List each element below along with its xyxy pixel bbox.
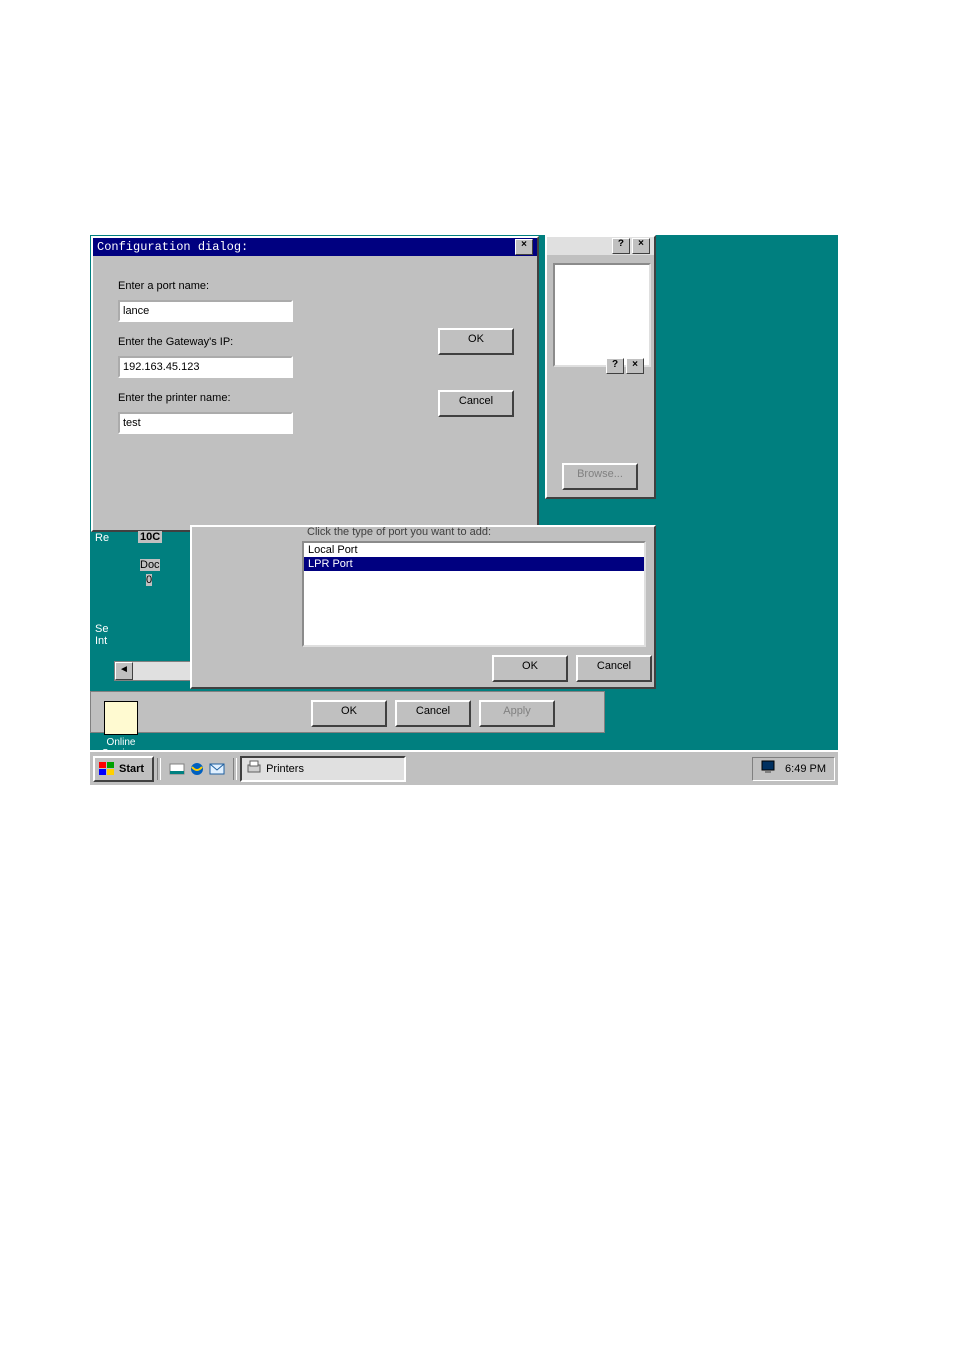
ok-button[interactable]: OK	[438, 328, 514, 355]
configuration-dialog-title: Configuration dialog:	[97, 240, 248, 254]
start-button-label: Start	[119, 763, 144, 775]
close-icon[interactable]: ×	[632, 238, 650, 254]
configuration-dialog-titlebar[interactable]: Configuration dialog: ×	[93, 238, 537, 256]
port-type-item-local[interactable]: Local Port	[304, 543, 644, 557]
cancel-button[interactable]: Cancel	[395, 700, 471, 727]
close-icon[interactable]: ×	[626, 358, 644, 374]
taskbar-separator	[157, 758, 161, 780]
cancel-button[interactable]: Cancel	[438, 390, 514, 417]
fragment-zero: 0	[146, 574, 152, 586]
printer-name-input[interactable]	[118, 412, 293, 434]
ok-button[interactable]: OK	[492, 655, 568, 682]
help-icon[interactable]: ?	[606, 358, 624, 374]
properties-dialog-footer: OK Cancel Apply	[90, 691, 605, 733]
folder-icon	[104, 701, 138, 735]
quick-launch	[164, 760, 230, 778]
system-tray: 6:49 PM	[752, 757, 835, 781]
taskbar-separator	[233, 758, 237, 780]
background-dialog-titlebuttons: ? ×	[606, 358, 644, 374]
fragment-doc: Doc	[140, 559, 160, 571]
taskbar-item-printers[interactable]: Printers	[240, 756, 406, 782]
outlook-express-icon[interactable]	[208, 760, 226, 778]
start-button[interactable]: Start	[93, 756, 154, 782]
fragment-se: Se	[95, 623, 108, 635]
port-type-item-lpr[interactable]: LPR Port	[304, 557, 644, 571]
tray-display-icon[interactable]	[761, 760, 777, 777]
windows-logo-icon	[99, 762, 115, 776]
printers-icon	[246, 760, 262, 777]
cancel-button[interactable]: Cancel	[576, 655, 652, 682]
fragment-re: Re	[95, 532, 109, 544]
taskbar: Start Printers 6:49 PM	[90, 750, 838, 785]
port-name-label: Enter a port name:	[118, 280, 209, 292]
taskbar-item-label: Printers	[266, 763, 304, 775]
scroll-left-icon[interactable]: ◄	[115, 662, 133, 680]
fragment-int: Int	[95, 635, 107, 647]
port-name-input[interactable]	[118, 300, 293, 322]
help-icon[interactable]: ?	[612, 238, 630, 254]
configuration-dialog: Configuration dialog: × Enter a port nam…	[91, 236, 539, 532]
close-icon[interactable]: ×	[515, 239, 533, 255]
horizontal-scrollbar-fragment[interactable]: ◄	[114, 661, 198, 681]
browse-tree-fragment	[553, 263, 651, 367]
printer-name-label: Enter the printer name:	[118, 392, 231, 404]
gateway-ip-input[interactable]	[118, 356, 293, 378]
browse-button: Browse...	[562, 463, 638, 490]
fragment-100: 10C	[138, 531, 162, 543]
apply-button: Apply	[479, 700, 555, 727]
internet-explorer-icon[interactable]	[188, 760, 206, 778]
port-type-dialog: Click the type of port you want to add: …	[190, 525, 656, 689]
gateway-ip-label: Enter the Gateway's IP:	[118, 336, 233, 348]
tray-clock: 6:49 PM	[785, 763, 826, 775]
ok-button[interactable]: OK	[311, 700, 387, 727]
port-type-instruction: Click the type of port you want to add:	[307, 526, 491, 538]
browse-dialog-titlebar: ? ×	[547, 237, 654, 255]
port-type-list[interactable]: Local Port LPR Port	[302, 541, 646, 647]
show-desktop-icon[interactable]	[168, 760, 186, 778]
